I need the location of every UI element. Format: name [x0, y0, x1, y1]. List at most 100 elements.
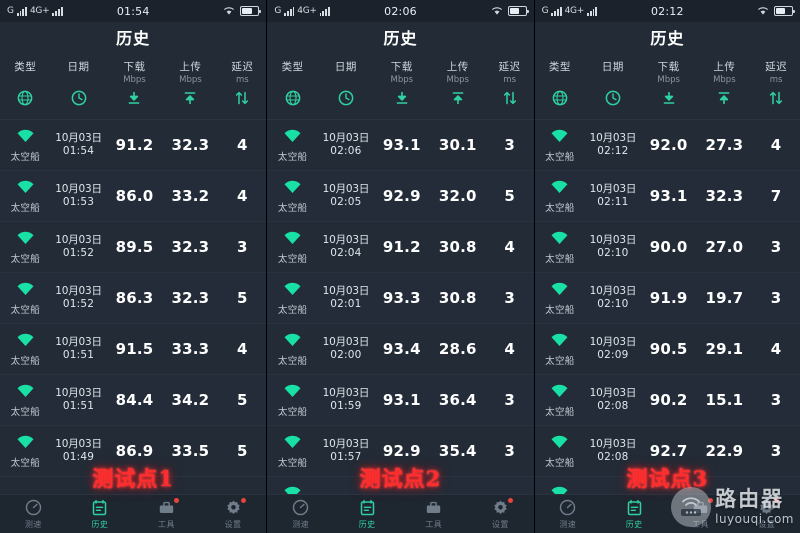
table-row[interactable]: 太空船 10月03日 01:51 91.5 33.3 4 [0, 324, 267, 375]
cell-download: 93.3 [374, 289, 430, 307]
table-row[interactable]: 太空船 10月03日 02:04 91.2 30.8 4 [267, 222, 534, 273]
cell-download: 86.0 [107, 187, 163, 205]
tab-label: 工具 [158, 519, 175, 529]
table-row[interactable]: 太空船 10月03日 01:57 92.9 35.4 3 [267, 426, 534, 477]
upload-icon [716, 89, 732, 107]
table-row[interactable]: 太空船 10月03日 [534, 477, 800, 494]
tab-settings[interactable]: 设置 [200, 495, 267, 533]
table-row[interactable]: 太空船 10月03日 02:10 90.0 27.0 3 [534, 222, 800, 273]
table-row[interactable]: 太空船 10月03日 02:11 93.1 32.3 7 [534, 171, 800, 222]
table-row[interactable]: 太空船 10月03日 01:53 86.0 33.2 4 [0, 171, 267, 222]
upload-value: 33.2 [171, 187, 210, 205]
tab-speedtest[interactable]: 测速 [535, 495, 601, 533]
column-header-type[interactable]: 类型 [0, 55, 51, 119]
cell-latency: 3 [752, 442, 800, 460]
table-row[interactable]: 太空船 10月03日 01:59 93.1 36.4 3 [267, 375, 534, 426]
tab-label: 设置 [758, 519, 776, 529]
type-label: 太空船 [277, 355, 308, 367]
time-value: 02:11 [597, 196, 629, 208]
column-header-latency[interactable]: 延迟 ms [486, 55, 534, 119]
column-header-date[interactable]: 日期 [585, 55, 641, 119]
tab-tools[interactable]: 工具 [400, 495, 467, 533]
table-row[interactable]: 太空船 10月03日 01:52 89.5 32.3 3 [0, 222, 267, 273]
clock-icon [71, 89, 87, 107]
cell-date: 10月03日 02:05 [318, 183, 374, 209]
latency-value: 3 [237, 238, 248, 256]
cell-download: 91.2 [374, 238, 430, 256]
table-row[interactable]: 太空船 10月03日 02:08 90.2 15.1 3 [534, 375, 800, 426]
cell-download: 91.5 [107, 340, 163, 358]
tab-settings[interactable]: 设置 [467, 495, 534, 533]
column-header-upload[interactable]: 上传 Mbps [697, 55, 753, 119]
cell-download: 93.4 [374, 340, 430, 358]
type-label: 太空船 [277, 304, 308, 316]
column-label: 日期 [601, 61, 624, 73]
column-header-download[interactable]: 下载 Mbps [641, 55, 697, 119]
download-value: 86.9 [115, 442, 154, 460]
time-value: 01:49 [62, 451, 95, 463]
cell-download: 93.1 [641, 187, 697, 205]
wifi-signal-icon [550, 179, 569, 198]
cell-type: 太空船 [535, 434, 585, 469]
cell-upload: 19.7 [697, 289, 753, 307]
table-row[interactable]: 太空船 10月03日 01:52 86.3 32.3 5 [0, 273, 267, 324]
cell-latency: 3 [486, 442, 534, 460]
cell-latency: 3 [486, 289, 534, 307]
table-row[interactable]: 太空船 10月03日 02:05 92.9 32.0 5 [267, 171, 534, 222]
date-value: 10月03日 [55, 387, 102, 399]
history-list[interactable]: 太空船 10月03日 02:12 92.0 27.3 4 太空船 10月03日 … [534, 120, 800, 494]
wifi-signal-icon [283, 383, 302, 402]
history-list[interactable]: 太空船 10月03日 02:06 93.1 30.1 3 太空船 10月03日 … [267, 120, 534, 494]
globe-icon [17, 89, 33, 107]
column-header-date[interactable]: 日期 [318, 55, 374, 119]
upload-value: 36.4 [438, 391, 477, 409]
tab-history[interactable]: 历史 [334, 495, 401, 533]
cell-type: 太空船 [267, 332, 318, 367]
table-row[interactable]: 太空船 10月03日 02:09 90.5 29.1 4 [534, 324, 800, 375]
wifi-signal-icon [16, 179, 35, 198]
table-row[interactable]: 太空船 10月03日 02:00 93.4 28.6 4 [267, 324, 534, 375]
column-unit: ms [235, 75, 249, 85]
cell-upload: 36.4 [430, 391, 486, 409]
latency-value: 3 [504, 136, 515, 154]
cell-upload: 27.3 [697, 136, 753, 154]
date-value: 10月03日 [322, 336, 370, 348]
column-header-download[interactable]: 下载 Mbps [374, 55, 430, 119]
column-header-latency[interactable]: 延迟 ms [218, 55, 266, 119]
phone-panel-2: G 4G+ 02:06 历史 类型 日期 下载 Mbps 上传 Mbps 延迟 … [266, 0, 534, 533]
column-unit: Mbps [179, 75, 202, 85]
download-value: 93.1 [382, 136, 421, 154]
tab-tools[interactable]: 工具 [133, 495, 200, 533]
cell-type: 太空船 [0, 230, 51, 265]
table-row[interactable]: 太空船 10月03日 02:08 92.7 22.9 3 [534, 426, 800, 477]
table-row[interactable]: 太空船 10月03日 01:54 91.2 32.3 4 [0, 120, 267, 171]
tab-history[interactable]: 历史 [67, 495, 134, 533]
column-header-type[interactable]: 类型 [267, 55, 318, 119]
badge-dot [173, 497, 179, 503]
column-header-latency[interactable]: 延迟 ms [752, 55, 800, 119]
tab-speedtest[interactable]: 测速 [267, 495, 334, 533]
latency-value: 5 [237, 391, 248, 409]
table-row[interactable]: 太空船 10月03日 01:49 86.9 33.5 5 [0, 426, 267, 477]
upload-value: 32.3 [171, 136, 210, 154]
tab-settings[interactable]: 设置 [734, 495, 800, 533]
table-row[interactable]: 太空船 10月03日 02:12 92.0 27.3 4 [534, 120, 800, 171]
column-header-type[interactable]: 类型 [535, 55, 585, 119]
table-row[interactable]: 太空船 10月03日 02:01 93.3 30.8 3 [267, 273, 534, 324]
table-row[interactable]: 太空船 10月03日 01:51 84.4 34.2 5 [0, 375, 267, 426]
column-header-download[interactable]: 下载 Mbps [107, 55, 163, 119]
tab-speedtest[interactable]: 测速 [0, 495, 67, 533]
column-header-date[interactable]: 日期 [51, 55, 107, 119]
tab-history[interactable]: 历史 [601, 495, 667, 533]
time-value: 02:00 [330, 349, 362, 361]
table-row[interactable]: 太空船 10月03日 02:10 91.9 19.7 3 [534, 273, 800, 324]
table-row[interactable]: 太空船 10月03日 92.8 29.0 3 [267, 477, 534, 494]
latency-value: 4 [770, 136, 782, 154]
time-value: 01:57 [330, 451, 362, 463]
history-list[interactable]: 太空船 10月03日 01:54 91.2 32.3 4 太空船 10月03日 … [0, 120, 267, 494]
column-header-upload[interactable]: 上传 Mbps [430, 55, 486, 119]
time-value: 01:51 [62, 400, 95, 412]
column-header-upload[interactable]: 上传 Mbps [162, 55, 218, 119]
tab-tools[interactable]: 工具 [667, 495, 733, 533]
table-row[interactable]: 太空船 10月03日 02:06 93.1 30.1 3 [267, 120, 534, 171]
